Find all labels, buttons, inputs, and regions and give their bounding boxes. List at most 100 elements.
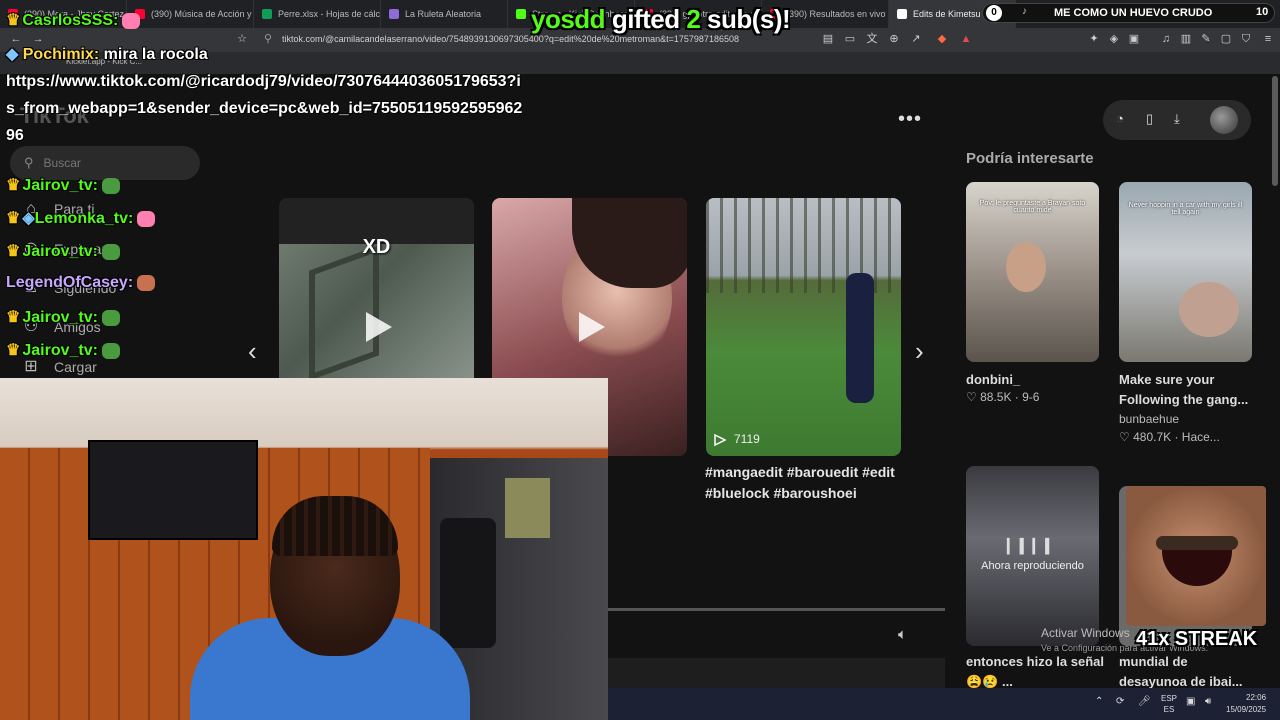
emote-icon bbox=[101, 309, 120, 326]
reader-icon[interactable]: ▤ bbox=[822, 33, 834, 45]
sidebar-icon[interactable]: ▥ bbox=[1180, 33, 1192, 45]
chat-user: Jairov_tv: bbox=[22, 342, 98, 359]
chat-user: Jairov_tv: bbox=[22, 243, 98, 260]
gift-sub-alert: yosdd gifted 2 sub(s)! bbox=[531, 4, 791, 35]
chat-message: ♛ Jairov_tv: bbox=[6, 307, 120, 327]
vpn-icon[interactable]: ⛉ bbox=[1240, 33, 1252, 45]
tab-favicon-icon bbox=[516, 9, 526, 19]
recommended-title[interactable]: entonces hizo la señal 😩😢 ... bbox=[966, 652, 1106, 692]
network-icon[interactable]: ▣ bbox=[1186, 696, 1195, 707]
gift-user: yosdd bbox=[531, 4, 606, 34]
recommended-card[interactable]: Pov: le preguntaste a Brayan soto cuanto… bbox=[966, 182, 1099, 362]
recommended-title[interactable]: donbini_ bbox=[966, 370, 1106, 390]
thumb-caption: Never hoppin in a car with my girls ill … bbox=[1128, 202, 1243, 216]
avatar[interactable] bbox=[1210, 106, 1238, 134]
share-icon[interactable]: ↗ bbox=[910, 33, 922, 45]
browser-tab[interactable]: La Ruleta Aleatoria bbox=[381, 0, 508, 28]
extension-icon[interactable]: ✦ bbox=[1088, 33, 1100, 45]
chat-message: ◆ Pochimix: mira la rocola bbox=[6, 44, 208, 64]
chat-user: Pochimix: bbox=[22, 46, 100, 63]
hanging-jacket bbox=[440, 518, 496, 648]
chat-user: Jairov_tv: bbox=[22, 177, 98, 194]
url-text[interactable]: tiktok.com/@camilacandelaserrano/video/7… bbox=[282, 34, 739, 44]
crown-icon: ♛ bbox=[6, 342, 21, 359]
scrollbar[interactable] bbox=[1272, 76, 1278, 186]
gift-end: sub(s)! bbox=[707, 4, 791, 34]
video-caption[interactable]: #mangaedit #barouedit #edit #bluelock #b… bbox=[705, 462, 915, 504]
recommended-author[interactable]: bunbaehue bbox=[1119, 412, 1179, 426]
video-overlay-text: XD bbox=[362, 236, 391, 258]
chat-user: CasrlosSSS: bbox=[22, 12, 119, 29]
emote-icon bbox=[101, 342, 120, 359]
recommended-title[interactable]: mundial de desayunoa de ibai... bbox=[1119, 652, 1259, 692]
mobile-icon[interactable]: ▯ bbox=[1146, 111, 1153, 127]
extension2-icon[interactable]: ◈ bbox=[1108, 33, 1120, 45]
play-small-icon bbox=[714, 434, 726, 446]
section-title: Podría interesarte bbox=[966, 150, 1094, 167]
tab-favicon-icon bbox=[897, 9, 907, 19]
speaker-icon[interactable]: 🔊︎ bbox=[1205, 696, 1211, 707]
brave-shield-icon[interactable]: ◆ bbox=[936, 33, 948, 45]
system-clock[interactable]: 22:06 15/09/2025 bbox=[1226, 692, 1266, 716]
crown-icon: ♛ bbox=[6, 309, 21, 326]
clock-date: 15/09/2025 bbox=[1226, 705, 1267, 714]
tab-favicon-icon bbox=[262, 9, 272, 19]
sync-icon[interactable]: ⟳ bbox=[1116, 696, 1124, 707]
download-icon[interactable]: ⤓ bbox=[1174, 111, 1180, 127]
emote-icon bbox=[122, 12, 141, 29]
emote-icon bbox=[137, 210, 156, 227]
play-icon bbox=[578, 312, 605, 342]
chat-message: ♛ CasrlosSSS: bbox=[6, 10, 141, 30]
volume-icon[interactable]: 🔈︎ bbox=[898, 626, 907, 643]
carousel-next-icon[interactable]: › bbox=[915, 336, 924, 367]
screenshot-icon[interactable]: ▣ bbox=[1128, 33, 1140, 45]
heart-icon: ♡ bbox=[966, 390, 981, 404]
coin-icon[interactable]: ◔ bbox=[1116, 111, 1124, 126]
language-indicator[interactable]: ESP ES bbox=[1161, 693, 1177, 715]
tab-favicon-icon bbox=[389, 9, 399, 19]
emote-mouth bbox=[1162, 548, 1232, 586]
nav-label: Cargar bbox=[54, 359, 97, 375]
music-icon[interactable]: ♫ bbox=[1160, 33, 1172, 45]
recommended-stats: ♡ 88.5K · 9-6 bbox=[966, 390, 1040, 404]
zoom-icon[interactable]: ⊕ bbox=[888, 33, 900, 45]
recommended-card[interactable]: Never hoppin in a car with my girls ill … bbox=[1119, 182, 1252, 362]
wallet-icon[interactable]: ▢ bbox=[1220, 33, 1232, 45]
emote-icon bbox=[101, 243, 120, 260]
browser-tab[interactable]: Perre.xlsx - Hojas de cálcu bbox=[254, 0, 381, 28]
upload-icon: ⊞ bbox=[24, 358, 38, 375]
streak-counter: 41x STREAK bbox=[1136, 628, 1258, 650]
microphone-icon[interactable]: 🎤︎ bbox=[1138, 696, 1151, 707]
edit-icon[interactable]: ✎ bbox=[1200, 33, 1212, 45]
recommended-title[interactable]: Make sure your Following the gang... bbox=[1119, 370, 1259, 410]
laughing-emote bbox=[1126, 486, 1266, 626]
site-info-icon[interactable]: ⚲ bbox=[262, 33, 274, 45]
tab-title: Edits de Kimetsu no bbox=[913, 9, 994, 19]
crown-icon: ♛ bbox=[6, 177, 21, 194]
lang-code: ESP bbox=[1161, 694, 1178, 703]
tray-chevron-icon[interactable]: ⌃ bbox=[1095, 696, 1103, 707]
chat-message: ♛ Jairov_tv: bbox=[6, 175, 120, 195]
recommended-stats: ♡ 480.7K · Hace... bbox=[1119, 430, 1220, 444]
play-icon bbox=[365, 312, 392, 342]
emote-icon bbox=[137, 274, 156, 291]
video-card[interactable] bbox=[706, 198, 901, 456]
bookmark-star-icon[interactable]: ☆ bbox=[236, 33, 248, 45]
menu-icon[interactable]: ≡ bbox=[1262, 33, 1274, 45]
thumbnail-face bbox=[1179, 282, 1239, 337]
tab-title: Perre.xlsx - Hojas de cálcu bbox=[278, 9, 381, 19]
rewards-icon[interactable]: ▲ bbox=[960, 33, 972, 45]
goal-target-value: 10 bbox=[1256, 6, 1269, 18]
thumb-caption: Pov: le preguntaste a Brayan soto cuanto… bbox=[979, 200, 1086, 214]
crown-icon: ♛ bbox=[6, 243, 21, 260]
translate-icon[interactable]: 文 bbox=[866, 33, 878, 45]
carousel-prev-icon[interactable]: ‹ bbox=[248, 336, 257, 367]
cast-icon[interactable]: ▭ bbox=[844, 33, 856, 45]
recommended-card-now-playing[interactable]: ▎▍▎▍ Ahora reproduciendo bbox=[966, 466, 1099, 646]
thumbnail-player bbox=[846, 273, 874, 403]
more-options-icon[interactable]: ••• bbox=[898, 108, 922, 131]
browser-tab[interactable]: (390) Música de Acción y bbox=[127, 0, 254, 28]
video-progress-bar[interactable] bbox=[608, 608, 945, 611]
chat-message: ♛ ◈Lemonka_tv: bbox=[6, 208, 156, 228]
nav-cargar[interactable]: ⊞ Cargar bbox=[22, 358, 97, 376]
